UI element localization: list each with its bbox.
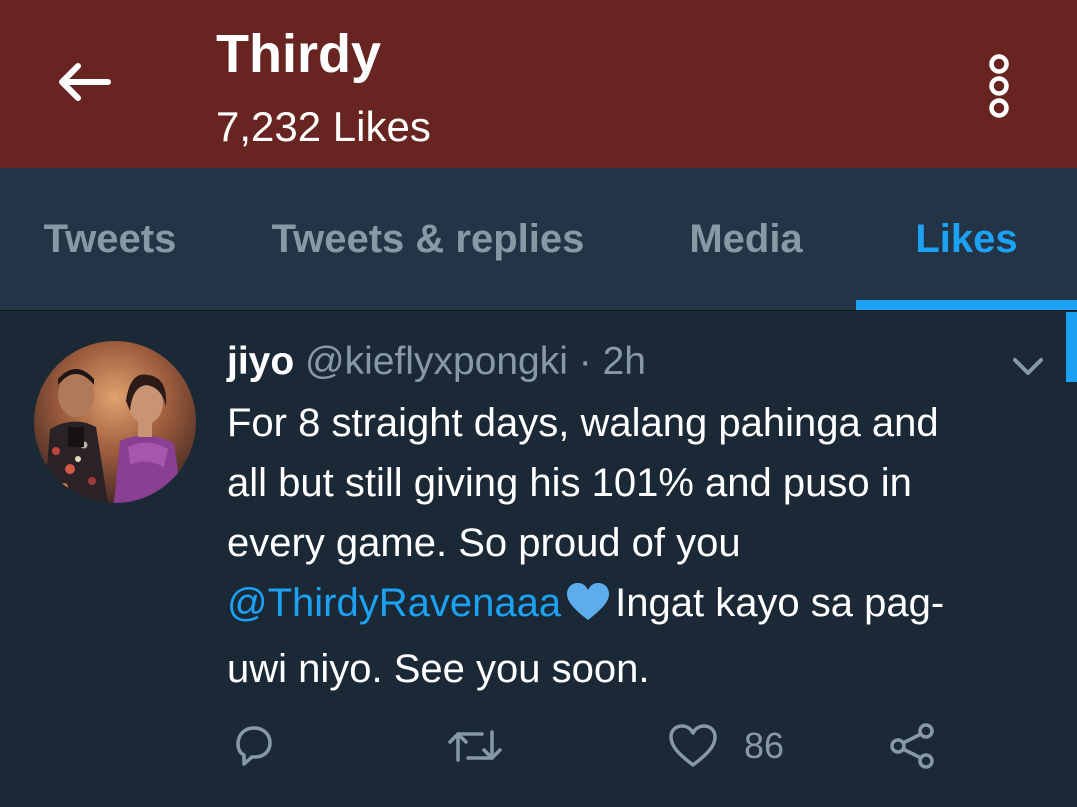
profile-tabbar: Tweets Tweets & replies Media Likes (0, 168, 1077, 311)
tweet-timestamp[interactable]: 2h (603, 340, 646, 383)
reply-icon (236, 726, 272, 766)
tweet-text-line: every game. So proud of you (227, 521, 741, 565)
tab-media[interactable]: Media (636, 168, 856, 310)
share-icon (890, 723, 934, 769)
avatar[interactable] (34, 341, 196, 503)
profile-header: Thirdy 7,232 Likes (0, 0, 1077, 168)
heart-icon (669, 724, 717, 767)
arrow-left-icon (59, 63, 111, 101)
tweet-text-line: uwi niyo. See you soon. (227, 647, 650, 691)
share-button[interactable] (888, 719, 938, 773)
retweet-button[interactable] (446, 719, 504, 773)
tweet-actions: 86 (0, 711, 1077, 781)
tab-tweets[interactable]: Tweets (0, 168, 220, 310)
like-button[interactable]: 86 (668, 719, 784, 773)
tweet-text-fragment: Ingat kayo sa pag- (615, 581, 945, 625)
tweet-item[interactable]: jiyo @kieflyxpongki · 2h For 8 straight … (0, 311, 1077, 807)
tweet-text: For 8 straight days, walang pahinga and … (227, 393, 1057, 699)
more-options-button[interactable] (966, 44, 1032, 128)
likes-count-subtitle: 7,232 Likes (216, 103, 431, 150)
reply-button[interactable] (230, 719, 278, 773)
tweet-header: jiyo @kieflyxpongki · 2h (227, 335, 646, 389)
blue-heart-icon (565, 579, 611, 639)
tweet-text-line: @ThirdyRavenaaa Ingat kayo sa pag- (227, 573, 1057, 639)
header-separator: · (578, 340, 592, 383)
profile-title: Thirdy (216, 24, 382, 84)
like-count: 86 (744, 725, 785, 766)
back-button[interactable] (40, 40, 124, 124)
tweet-text-line: For 8 straight days, walang pahinga and (227, 401, 939, 445)
scrollbar-thumb[interactable] (1066, 312, 1077, 382)
mention-link[interactable]: @ThirdyRavenaaa (227, 581, 561, 625)
vertical-dots-icon (989, 54, 1009, 118)
chevron-down-icon (1013, 358, 1043, 375)
retweet-icon (448, 730, 502, 762)
author-handle[interactable]: @kieflyxpongki (305, 340, 568, 383)
author-name[interactable]: jiyo (227, 340, 294, 383)
tweet-text-line: all but still giving his 101% and puso i… (227, 461, 912, 505)
active-tab-indicator (856, 300, 1077, 310)
tweet-options-button[interactable] (1002, 347, 1054, 387)
tab-tweets-and-replies[interactable]: Tweets & replies (220, 168, 636, 310)
tab-likes[interactable]: Likes (856, 168, 1077, 310)
